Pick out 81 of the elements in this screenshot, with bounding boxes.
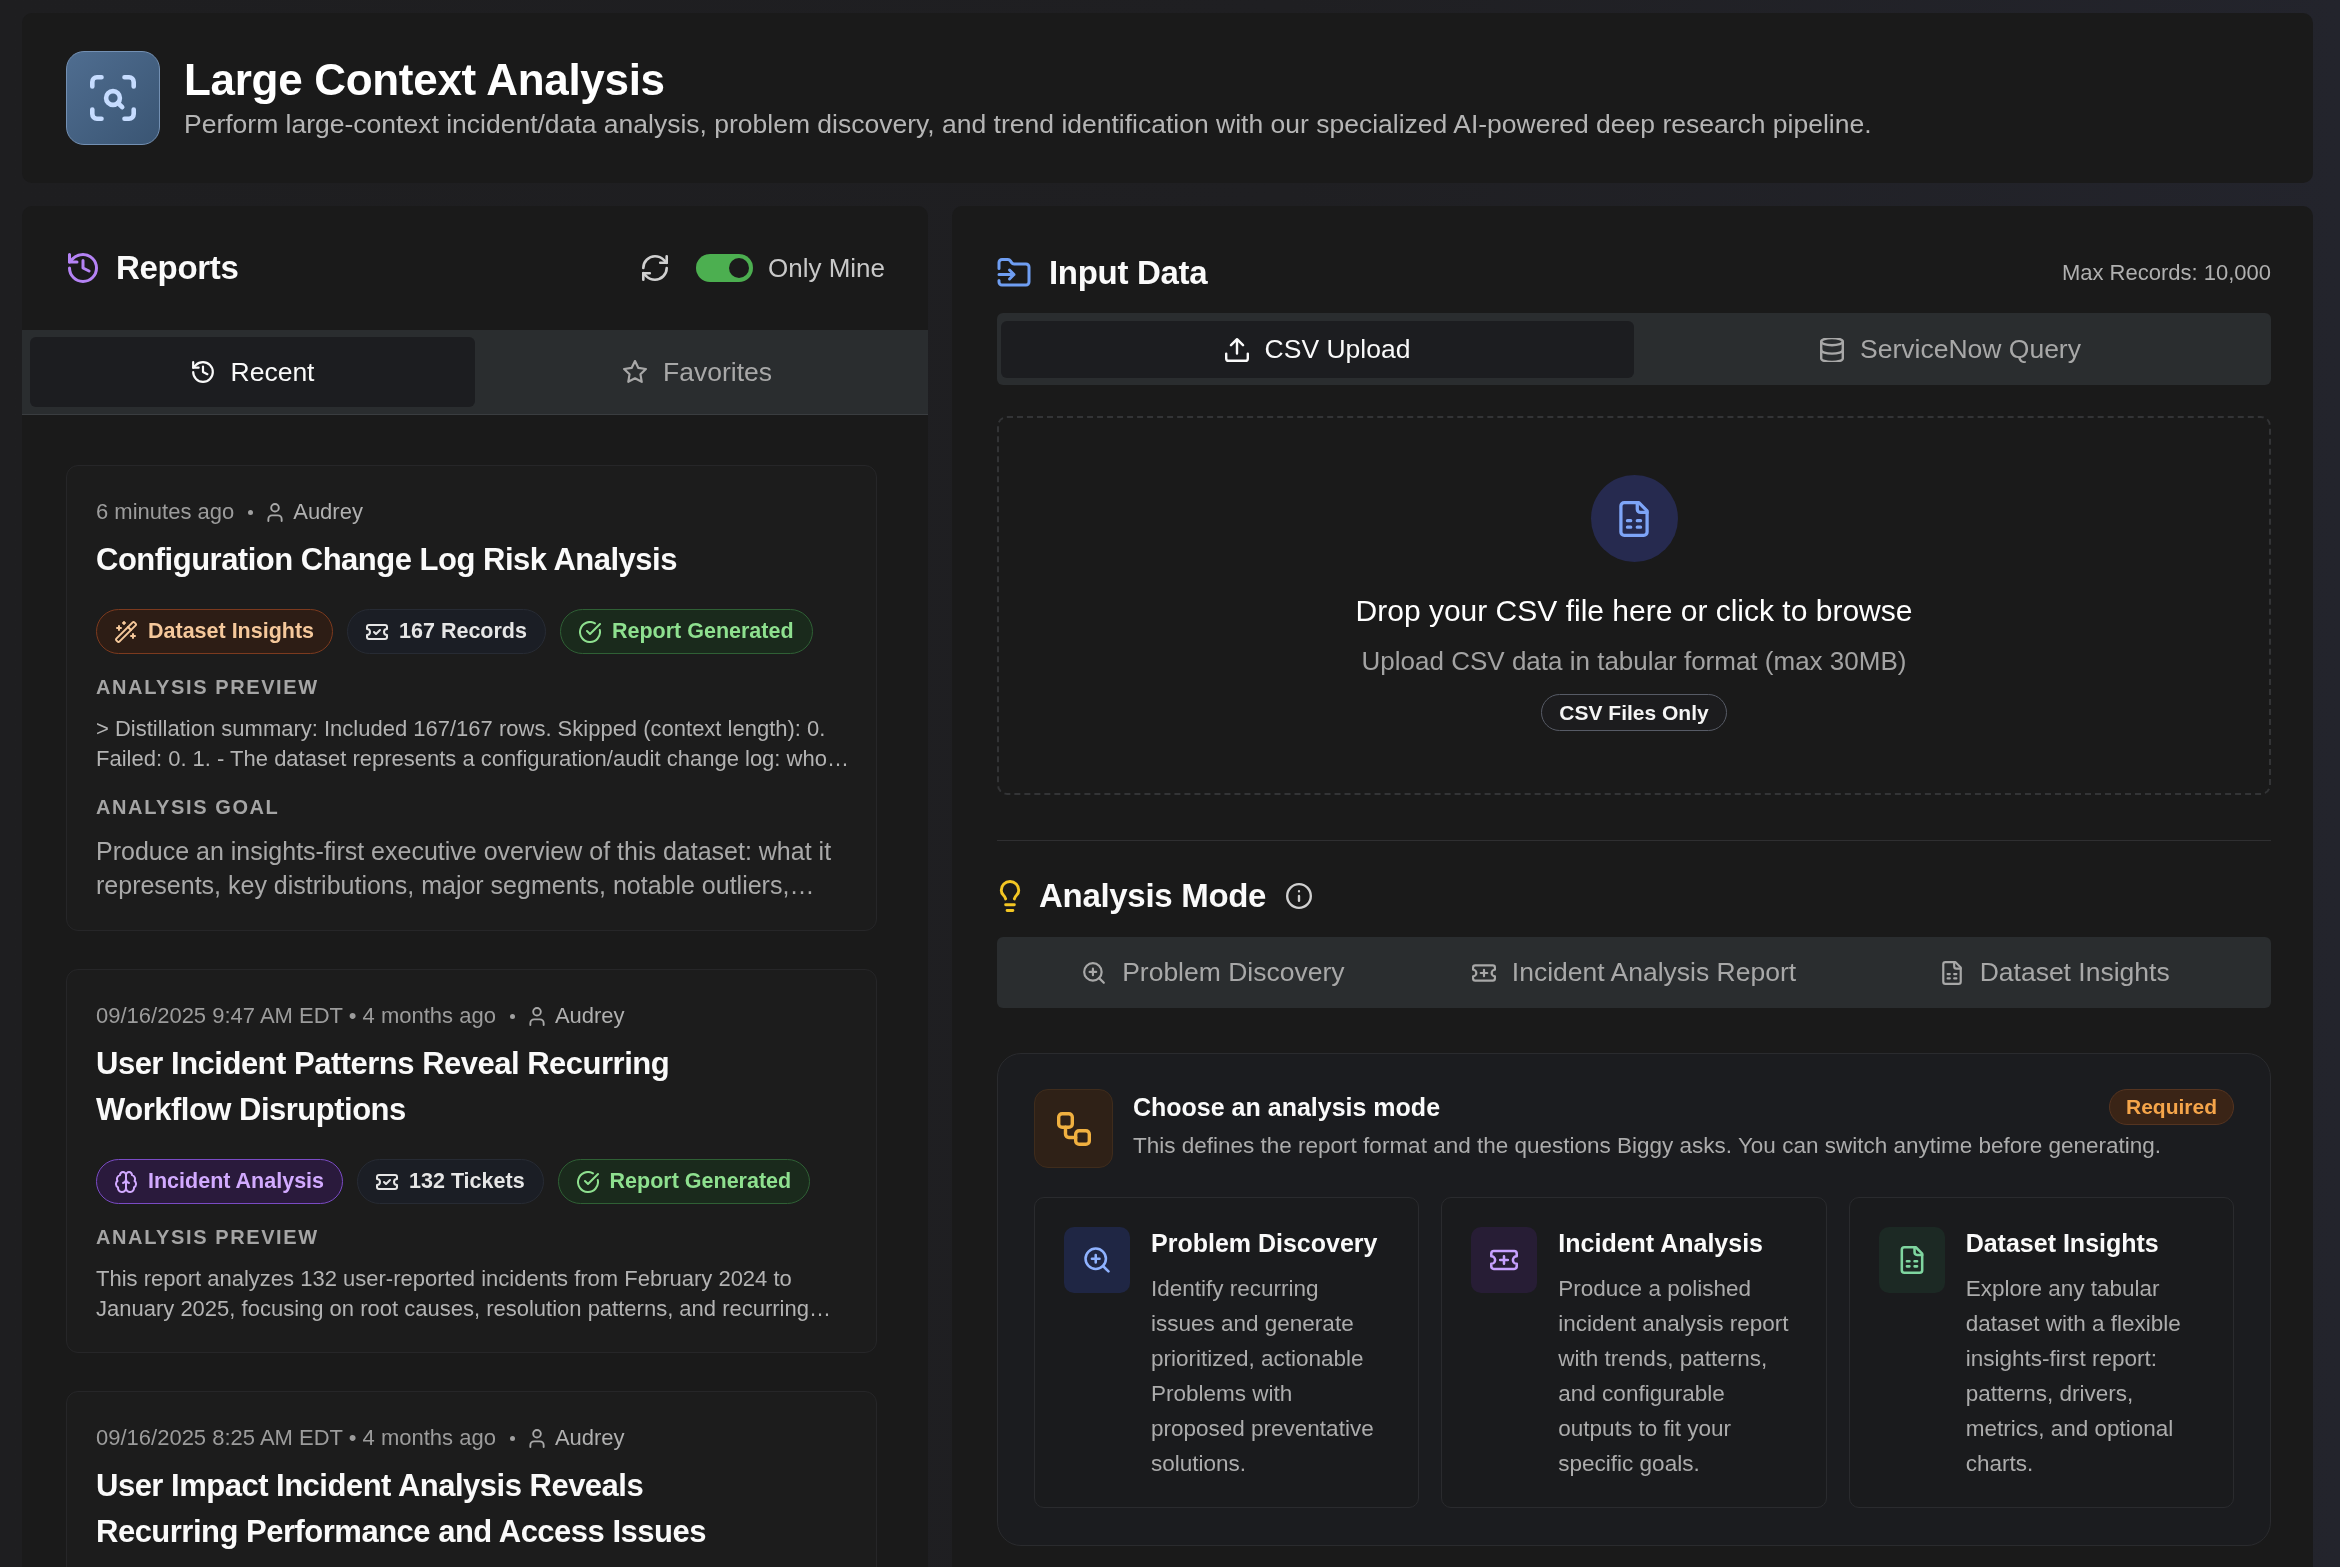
report-title: User Impact Incident Analysis Reveals Recurring Performance and Access Issues (96, 1467, 707, 1551)
bullet-icon (509, 1435, 515, 1441)
user-icon (267, 502, 284, 522)
option-description: Produce a polished incident analysis report with trends, patterns, and configurable outputs to fit your specific goals. (1558, 1275, 1790, 1478)
report-title: User Incident Patterns Reveal Recurring Workflow Disruptions (96, 1045, 671, 1129)
section-label: ANALYSIS PREVIEW (96, 675, 320, 700)
history-icon (190, 360, 215, 384)
upload-icon (1224, 337, 1249, 362)
linked-squares-icon (1034, 1089, 1113, 1168)
section-label: ANALYSIS GOAL (96, 795, 281, 820)
mode-option-card[interactable]: Incident Analysis Produce a polished incident analysis report with trends, patterns, and configurable outputs to fit your specific goals. (1441, 1197, 1827, 1508)
only-mine-toggle[interactable] (695, 254, 753, 282)
info-icon[interactable] (1286, 883, 1313, 909)
option-description: Explore any tabular dataset with a flexible insights-first report: patterns, drivers, metrics, and optional charts. (1965, 1275, 2182, 1478)
prompt-description: This defines the report format and the questions Biggy asks. You can switch anytime before generating. (1133, 1132, 2163, 1160)
panel-title: Input Data (1049, 254, 1208, 292)
report-timestamp: 6 minutes ago (96, 499, 235, 525)
tag-text: 167 Records (399, 619, 527, 644)
spreadsheet-file-icon (1878, 1227, 1945, 1293)
toggle-label: Only Mine (767, 252, 885, 284)
mode-option-card[interactable]: Problem Discovery Identify recurring issues and generate prioritized, actionable Problems with proposed preventative solutions. (1034, 1197, 1420, 1508)
folder-input-icon (997, 258, 1031, 288)
page-title: Large Context Analysis (184, 55, 666, 105)
report-card[interactable] (66, 969, 877, 1353)
report-timestamp: 09/16/2025 8:25 AM EDT • 4 months ago (96, 1425, 496, 1451)
zoom-in-icon (1082, 960, 1107, 985)
required-tag: Required (2109, 1089, 2234, 1125)
user-icon (528, 1428, 545, 1448)
check-circle-icon (578, 620, 601, 643)
mode-tab[interactable]: Dataset Insights (1844, 943, 2265, 1002)
goal-text: Produce an insights-first executive overview of this dataset: what it represents, key distributions, major segments, notable outliers,… (96, 836, 833, 901)
report-title: Configuration Change Log Risk Analysis (96, 541, 678, 579)
report-tab[interactable]: Favorites (475, 337, 920, 407)
bullet-icon (248, 509, 254, 515)
option-title: Dataset Insights (1965, 1228, 2160, 1259)
spreadsheet-file-icon (1939, 960, 1964, 985)
tag-text: Report Generated (611, 619, 794, 644)
mode-option-card[interactable]: Dataset Insights Explore any tabular dataset with a flexible insights-first report: patterns, drivers, metrics, and optional charts. (1848, 1197, 2234, 1508)
report-author: Audrey (554, 1425, 625, 1451)
preview-text: This report analyzes 132 user-reported incidents from February 2024 to January 2025, focusing on root causes, resolution patterns, and recurring… (96, 1265, 832, 1323)
input-source-tab[interactable]: CSV Upload (1001, 321, 1634, 378)
brain-icon (115, 1170, 137, 1193)
ticket-plus-icon (1471, 1227, 1538, 1293)
prompt-title: Choose an analysis mode (1133, 1092, 1441, 1123)
preview-text: > Distillation summary: Included 167/167 rows. Skipped (context length): 0. Failed: 0. 1. - The dataset represents a configuration/audit change log: who… (96, 715, 850, 773)
max-records-label: Max Records: 10,000 (2061, 260, 2271, 286)
database-icon (1820, 337, 1845, 362)
scan-search-icon (66, 51, 160, 145)
zoom-in-icon (1064, 1227, 1130, 1293)
page-subtitle: Perform large-context incident/data analysis, problem discovery, and trend identification with our specialized AI-powered deep research pipeline. (184, 108, 1872, 141)
report-card[interactable]: 09/16/2025 8:25 AM EDT • 4 months ago Audrey User Impact Incident Analysis Reveals Recurring Performance and Access Issues (66, 1391, 877, 1567)
history-icon (68, 253, 98, 283)
option-title: Problem Discovery (1151, 1228, 1379, 1259)
report-card[interactable] (66, 465, 877, 931)
report-tab[interactable]: Recent (30, 337, 475, 407)
drop-zone-hint: Upload CSV data in tabular format (max 30MB) (1361, 645, 1907, 678)
section-label: ANALYSIS PREVIEW (96, 1225, 320, 1250)
tag-text: Dataset Insights (148, 619, 315, 644)
tag-text: Incident Analysis (148, 1169, 325, 1194)
csv-drop-zone[interactable]: Drop your CSV file here or click to browse Upload CSV data in tabular format (max 30MB) CSV Files Only (997, 416, 2271, 795)
file-type-tag: CSV Files Only (1541, 694, 1727, 731)
report-author: Audrey (293, 499, 363, 525)
magic-wand-icon (115, 620, 137, 643)
mode-tab[interactable]: Problem Discovery (1003, 943, 1424, 1002)
input-source-tab[interactable]: ServiceNow Query (1634, 321, 2267, 378)
check-circle-icon (576, 1170, 599, 1193)
tag-text: Report Generated (609, 1169, 792, 1194)
bullet-icon (509, 1013, 515, 1019)
section-title: Analysis Mode (1039, 877, 1267, 915)
option-description: Identify recurring issues and generate prioritized, actionable Problems with proposed preventative solutions. (1151, 1275, 1375, 1478)
report-timestamp: 09/16/2025 9:47 AM EDT • 4 months ago (96, 1003, 496, 1029)
mode-tab[interactable]: Incident Analysis Report (1423, 943, 1845, 1002)
lightbulb-icon (999, 880, 1021, 912)
star-icon (623, 360, 647, 384)
report-author: Audrey (554, 1003, 625, 1029)
panel-title: Reports (116, 249, 239, 287)
option-title: Incident Analysis (1558, 1228, 1764, 1259)
drop-zone-title: Drop your CSV file here or click to browse (1355, 593, 1913, 629)
user-icon (528, 1006, 545, 1026)
refresh-icon[interactable] (641, 255, 668, 281)
tag-text: 132 Tickets (409, 1169, 525, 1194)
